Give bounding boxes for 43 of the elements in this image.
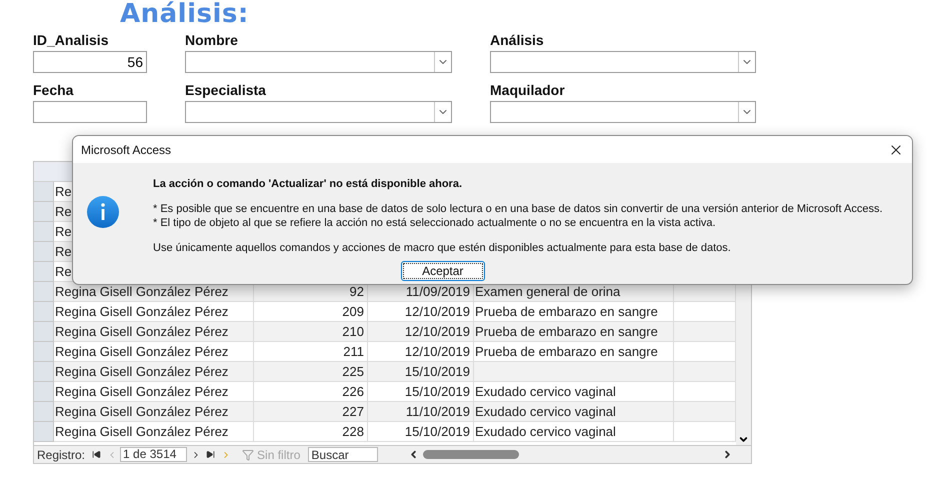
select-all-corner[interactable] <box>34 182 54 202</box>
combo-box[interactable] <box>185 101 452 123</box>
accept-button[interactable]: Aceptar <box>400 261 485 281</box>
table-cell: Exudado cervico vaginal <box>474 422 674 442</box>
table-cell: Regina Gisell González Pérez <box>54 422 254 442</box>
field-label: Análisis <box>490 32 545 48</box>
table-cell: 15/10/2019 <box>368 422 474 442</box>
field-label: Especialista <box>185 82 267 98</box>
last-record-icon[interactable] <box>204 450 218 459</box>
combo-box[interactable] <box>490 101 756 123</box>
filter-icon <box>242 448 254 460</box>
record-field[interactable]: 1 de 3514 <box>120 447 188 462</box>
row-selector[interactable] <box>34 222 54 242</box>
row-selector[interactable] <box>34 342 54 362</box>
row-selector[interactable] <box>34 242 54 262</box>
dialog-title: Microsoft Access <box>81 142 172 156</box>
field-label: Fecha <box>33 82 74 98</box>
form-title: Análisis: <box>120 0 250 30</box>
row-selector[interactable] <box>34 282 54 302</box>
row-selector[interactable] <box>34 202 54 222</box>
scroll-down-icon[interactable] <box>738 434 749 445</box>
row-selector[interactable] <box>34 382 54 402</box>
row-selector[interactable] <box>34 402 54 422</box>
text-field[interactable] <box>33 101 147 123</box>
field-label: Maquilador <box>490 82 566 98</box>
row-selector[interactable] <box>34 302 54 322</box>
combo-box[interactable] <box>490 51 756 73</box>
scrollbar-thumb[interactable] <box>423 450 520 459</box>
combo-box[interactable] <box>185 51 452 73</box>
field-label: ID_Analisis <box>33 32 110 48</box>
record-label: Registro: <box>37 448 86 462</box>
search-field[interactable]: Buscar <box>308 447 378 462</box>
table-cell: 228 <box>254 422 368 442</box>
row-selector[interactable] <box>34 422 54 442</box>
text-field[interactable]: 56 <box>33 51 147 73</box>
row-selector[interactable] <box>34 362 54 382</box>
row-selector[interactable] <box>34 262 54 282</box>
first-record-icon[interactable] <box>90 450 104 459</box>
field-label: Nombre <box>185 32 239 48</box>
row-selector[interactable] <box>34 322 54 342</box>
filter-label: Sin filtro <box>257 448 300 462</box>
info-icon <box>87 196 119 228</box>
dialog-heading: La acción o comando 'Actualizar' no está disponible ahora. <box>153 177 464 191</box>
